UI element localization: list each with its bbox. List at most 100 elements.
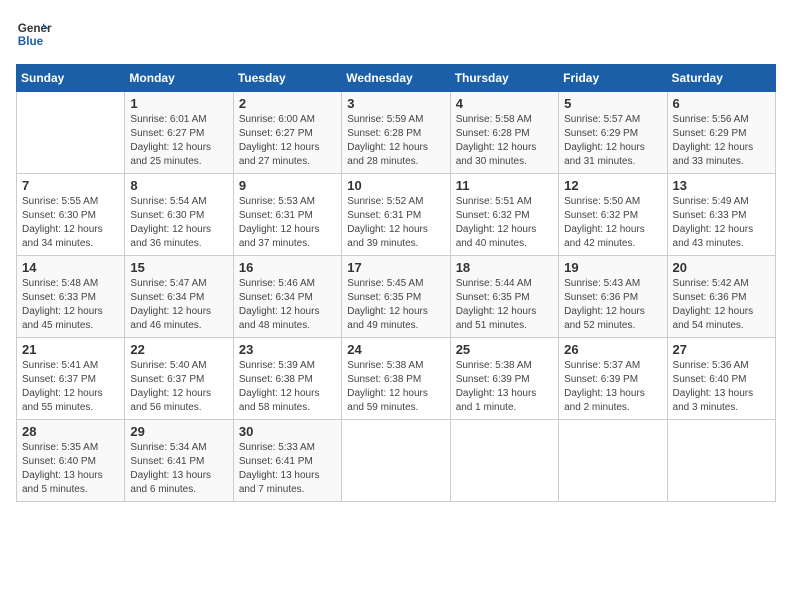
- day-info: Sunrise: 5:40 AM Sunset: 6:37 PM Dayligh…: [130, 359, 227, 415]
- day-info: Sunrise: 5:57 AM Sunset: 6:29 PM Dayligh…: [564, 113, 661, 169]
- calendar-cell: 12 Sunrise: 5:50 AM Sunset: 6:32 PM Dayli…: [559, 174, 667, 256]
- day-number: 19: [564, 260, 661, 275]
- calendar-cell: 4 Sunrise: 5:58 AM Sunset: 6:28 PM Daylig…: [450, 92, 558, 174]
- calendar-cell: 20 Sunrise: 5:42 AM Sunset: 6:36 PM Dayli…: [667, 256, 775, 338]
- day-number: 29: [130, 424, 227, 439]
- svg-text:Blue: Blue: [18, 35, 44, 48]
- day-info: Sunrise: 5:44 AM Sunset: 6:35 PM Dayligh…: [456, 277, 553, 333]
- calendar-cell: 5 Sunrise: 5:57 AM Sunset: 6:29 PM Daylig…: [559, 92, 667, 174]
- day-info: Sunrise: 5:41 AM Sunset: 6:37 PM Dayligh…: [22, 359, 119, 415]
- day-number: 4: [456, 96, 553, 111]
- calendar-cell: 27 Sunrise: 5:36 AM Sunset: 6:40 PM Dayli…: [667, 338, 775, 420]
- day-number: 13: [673, 178, 770, 193]
- day-info: Sunrise: 5:38 AM Sunset: 6:38 PM Dayligh…: [347, 359, 444, 415]
- day-number: 18: [456, 260, 553, 275]
- day-number: 11: [456, 178, 553, 193]
- week-row-2: 7Sunrise: 5:55 AM Sunset: 6:30 PM Daylig…: [17, 174, 776, 256]
- col-header-friday: Friday: [559, 65, 667, 92]
- day-info: Sunrise: 5:51 AM Sunset: 6:32 PM Dayligh…: [456, 195, 553, 251]
- col-header-thursday: Thursday: [450, 65, 558, 92]
- week-row-4: 21 Sunrise: 5:41 AM Sunset: 6:37 PM Dayli…: [17, 338, 776, 420]
- day-info: Sunrise: 5:36 AM Sunset: 6:40 PM Dayligh…: [673, 359, 770, 415]
- calendar-cell: [342, 420, 450, 502]
- day-info: Sunrise: 5:39 AM Sunset: 6:38 PM Dayligh…: [239, 359, 336, 415]
- day-number: 2: [239, 96, 336, 111]
- calendar-cell: [450, 420, 558, 502]
- day-number: 3: [347, 96, 444, 111]
- calendar-cell: 16 Sunrise: 5:46 AM Sunset: 6:34 PM Dayli…: [233, 256, 341, 338]
- calendar-cell: 3 Sunrise: 5:59 AM Sunset: 6:28 PM Daylig…: [342, 92, 450, 174]
- day-number: 6: [673, 96, 770, 111]
- day-info: Sunrise: 5:59 AM Sunset: 6:28 PM Dayligh…: [347, 113, 444, 169]
- logo: General Blue: [16, 16, 52, 52]
- calendar-cell: 29Sunrise: 5:34 AM Sunset: 6:41 PM Dayli…: [125, 420, 233, 502]
- day-info: Sunrise: 5:50 AM Sunset: 6:32 PM Dayligh…: [564, 195, 661, 251]
- calendar-cell: 7Sunrise: 5:55 AM Sunset: 6:30 PM Daylig…: [17, 174, 125, 256]
- day-number: 10: [347, 178, 444, 193]
- calendar-header: SundayMondayTuesdayWednesdayThursdayFrid…: [17, 65, 776, 92]
- day-number: 21: [22, 342, 119, 357]
- week-row-5: 28 Sunrise: 5:35 AM Sunset: 6:40 PM Dayli…: [17, 420, 776, 502]
- day-number: 7: [22, 178, 119, 193]
- calendar-cell: 30 Sunrise: 5:33 AM Sunset: 6:41 PM Dayli…: [233, 420, 341, 502]
- day-info: Sunrise: 5:46 AM Sunset: 6:34 PM Dayligh…: [239, 277, 336, 333]
- day-number: 15: [130, 260, 227, 275]
- day-info: Sunrise: 5:47 AM Sunset: 6:34 PM Dayligh…: [130, 277, 227, 333]
- calendar-cell: 14 Sunrise: 5:48 AM Sunset: 6:33 PM Dayli…: [17, 256, 125, 338]
- day-number: 30: [239, 424, 336, 439]
- day-info: Sunrise: 5:56 AM Sunset: 6:29 PM Dayligh…: [673, 113, 770, 169]
- calendar-cell: 8 Sunrise: 5:54 AM Sunset: 6:30 PM Daylig…: [125, 174, 233, 256]
- calendar-cell: 2 Sunrise: 6:00 AM Sunset: 6:27 PM Daylig…: [233, 92, 341, 174]
- page-header: General Blue: [16, 16, 776, 52]
- day-info: Sunrise: 5:54 AM Sunset: 6:30 PM Dayligh…: [130, 195, 227, 251]
- day-number: 1: [130, 96, 227, 111]
- calendar-table: SundayMondayTuesdayWednesdayThursdayFrid…: [16, 64, 776, 502]
- day-number: 25: [456, 342, 553, 357]
- day-info: Sunrise: 5:53 AM Sunset: 6:31 PM Dayligh…: [239, 195, 336, 251]
- day-number: 27: [673, 342, 770, 357]
- calendar-cell: 24Sunrise: 5:38 AM Sunset: 6:38 PM Dayli…: [342, 338, 450, 420]
- calendar-cell: 18 Sunrise: 5:44 AM Sunset: 6:35 PM Dayli…: [450, 256, 558, 338]
- day-number: 26: [564, 342, 661, 357]
- calendar-cell: 21 Sunrise: 5:41 AM Sunset: 6:37 PM Dayli…: [17, 338, 125, 420]
- calendar-cell: 9 Sunrise: 5:53 AM Sunset: 6:31 PM Daylig…: [233, 174, 341, 256]
- calendar-cell: 1 Sunrise: 6:01 AM Sunset: 6:27 PM Daylig…: [125, 92, 233, 174]
- calendar-cell: 10 Sunrise: 5:52 AM Sunset: 6:31 PM Dayli…: [342, 174, 450, 256]
- day-info: Sunrise: 6:01 AM Sunset: 6:27 PM Dayligh…: [130, 113, 227, 169]
- day-info: Sunrise: 5:58 AM Sunset: 6:28 PM Dayligh…: [456, 113, 553, 169]
- calendar-cell: 15 Sunrise: 5:47 AM Sunset: 6:34 PM Dayli…: [125, 256, 233, 338]
- day-number: 8: [130, 178, 227, 193]
- day-number: 14: [22, 260, 119, 275]
- day-number: 20: [673, 260, 770, 275]
- col-header-tuesday: Tuesday: [233, 65, 341, 92]
- day-info: Sunrise: 5:43 AM Sunset: 6:36 PM Dayligh…: [564, 277, 661, 333]
- calendar-cell: 26 Sunrise: 5:37 AM Sunset: 6:39 PM Dayli…: [559, 338, 667, 420]
- calendar-cell: [667, 420, 775, 502]
- day-number: 23: [239, 342, 336, 357]
- week-row-3: 14 Sunrise: 5:48 AM Sunset: 6:33 PM Dayli…: [17, 256, 776, 338]
- day-info: Sunrise: 5:33 AM Sunset: 6:41 PM Dayligh…: [239, 441, 336, 497]
- day-number: 22: [130, 342, 227, 357]
- calendar-cell: 28 Sunrise: 5:35 AM Sunset: 6:40 PM Dayli…: [17, 420, 125, 502]
- calendar-cell: 11 Sunrise: 5:51 AM Sunset: 6:32 PM Dayli…: [450, 174, 558, 256]
- day-number: 17: [347, 260, 444, 275]
- day-info: Sunrise: 5:35 AM Sunset: 6:40 PM Dayligh…: [22, 441, 119, 497]
- col-header-wednesday: Wednesday: [342, 65, 450, 92]
- day-info: Sunrise: 5:52 AM Sunset: 6:31 PM Dayligh…: [347, 195, 444, 251]
- calendar-cell: [17, 92, 125, 174]
- day-number: 5: [564, 96, 661, 111]
- calendar-cell: 25Sunrise: 5:38 AM Sunset: 6:39 PM Dayli…: [450, 338, 558, 420]
- calendar-cell: 13 Sunrise: 5:49 AM Sunset: 6:33 PM Dayli…: [667, 174, 775, 256]
- day-info: Sunrise: 5:48 AM Sunset: 6:33 PM Dayligh…: [22, 277, 119, 333]
- day-info: Sunrise: 5:37 AM Sunset: 6:39 PM Dayligh…: [564, 359, 661, 415]
- day-number: 12: [564, 178, 661, 193]
- day-info: Sunrise: 6:00 AM Sunset: 6:27 PM Dayligh…: [239, 113, 336, 169]
- calendar-cell: 22 Sunrise: 5:40 AM Sunset: 6:37 PM Dayli…: [125, 338, 233, 420]
- day-number: 9: [239, 178, 336, 193]
- col-header-saturday: Saturday: [667, 65, 775, 92]
- day-number: 28: [22, 424, 119, 439]
- day-info: Sunrise: 5:49 AM Sunset: 6:33 PM Dayligh…: [673, 195, 770, 251]
- day-info: Sunrise: 5:42 AM Sunset: 6:36 PM Dayligh…: [673, 277, 770, 333]
- day-number: 16: [239, 260, 336, 275]
- week-row-1: 1 Sunrise: 6:01 AM Sunset: 6:27 PM Daylig…: [17, 92, 776, 174]
